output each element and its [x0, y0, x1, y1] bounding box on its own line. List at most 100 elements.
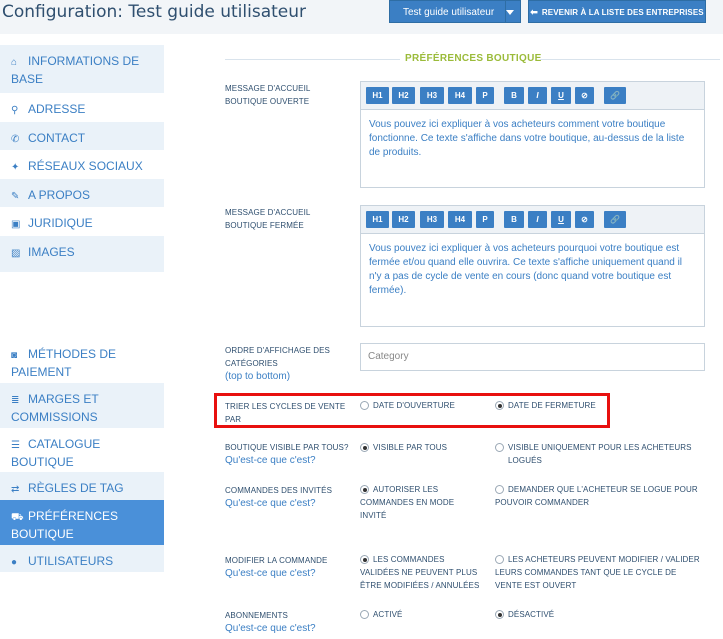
twitter-icon: ✦ [11, 162, 20, 173]
link-icon: 🔗 [610, 91, 620, 100]
underline-button[interactable]: U [551, 211, 571, 228]
h2-button[interactable]: H2 [392, 211, 415, 228]
picture-icon: ▨ [11, 248, 21, 259]
arrow-left-icon: ⬅ [530, 7, 538, 17]
home-icon: ⌂ [11, 57, 18, 68]
sidebar-item-utilisateurs[interactable]: ● UTILISATEURS [0, 545, 164, 572]
briefcase-icon: ▣ [11, 219, 21, 230]
editor-toolbar: H1 H2 H3 H4 P B I U ⊘ 🔗 [361, 206, 704, 234]
category-order-input[interactable]: Category [360, 343, 705, 371]
clear-format-button[interactable]: ⊘ [575, 211, 594, 228]
company-dropdown-label: Test guide utilisateur [403, 7, 495, 18]
modify-order-label: MODIFIER LA COMMANDE [225, 556, 328, 565]
sidebar-item-catalogue[interactable]: ☰ CATALOGUE BOUTIQUE [0, 428, 164, 472]
visible-logged-radio[interactable] [495, 443, 504, 452]
stack-icon: ≣ [11, 395, 20, 406]
header-bar: Configuration: Test guide utilisateur Te… [0, 0, 723, 34]
closed-message-text: Vous pouvez ici expliquer à vos acheteur… [369, 243, 683, 296]
sidebar-item-adresse[interactable]: ⚲ ADRESSE [0, 93, 164, 122]
sidebar-item-label: PRÉFÉRENCES BOUTIQUE [11, 509, 119, 541]
visible-logged-label: VISIBLE UNIQUEMENT POUR LES ACHETEURS LO… [508, 443, 692, 465]
subscriptions-off-radio[interactable] [495, 610, 504, 619]
bold-button[interactable]: B [504, 87, 524, 104]
visible-all-label: VISIBLE PAR TOUS [373, 443, 448, 452]
open-message-editor[interactable]: H1 H2 H3 H4 P B I U ⊘ 🔗 Vous pouvez ici … [360, 81, 705, 188]
page-title: Configuration: Test guide utilisateur [2, 2, 307, 22]
sidebar-item-label: RÉSEAUX SOCIAUX [28, 159, 143, 173]
list-icon: ☰ [11, 440, 20, 451]
underline-button[interactable]: U [551, 87, 571, 104]
sidebar-item-apropos[interactable]: ✎ A PROPOS [0, 179, 164, 207]
sidebar-item-label: MÉTHODES DE PAIEMENT [11, 347, 117, 379]
back-to-companies-label: REVENIR À LA LISTE DES ENTREPRISES [541, 8, 704, 17]
company-dropdown-button[interactable]: Test guide utilisateur [389, 0, 521, 23]
h3-button[interactable]: H3 [420, 87, 444, 104]
subscriptions-label: ABONNEMENTS [225, 611, 288, 620]
sidebar-item-preferences[interactable]: ⛟ PRÉFÉRENCES BOUTIQUE [0, 500, 164, 545]
paragraph-button[interactable]: P [476, 211, 494, 228]
bold-button[interactable]: B [504, 211, 524, 228]
guest-orders-label: COMMANDES DES INVITÉS [225, 486, 333, 495]
open-message-text: Vous pouvez ici expliquer à vos acheteur… [369, 119, 685, 158]
open-message-label: MESSAGE D'ACCUEIL BOUTIQUE OUVERTE [225, 84, 311, 106]
paragraph-button[interactable]: P [476, 87, 494, 104]
italic-button[interactable]: I [528, 211, 547, 228]
h1-button[interactable]: H1 [366, 87, 389, 104]
sidebar-item-juridique[interactable]: ▣ JURIDIQUE [0, 207, 164, 236]
pencil-icon: ✎ [11, 191, 20, 202]
link-icon: 🔗 [610, 215, 620, 224]
shuffle-icon: ⇄ [11, 484, 20, 495]
back-to-companies-button[interactable]: ⬅ REVENIR À LA LISTE DES ENTREPRISES [528, 0, 706, 23]
sidebar-item-label: RÈGLES DE TAG [28, 481, 124, 495]
sidebar-item-label: INFORMATIONS DE BASE [11, 54, 140, 86]
section-title: PRÉFÉRENCES BOUTIQUE [405, 53, 542, 64]
clear-format-button[interactable]: ⊘ [575, 87, 594, 104]
guest-allow-label: AUTORISER LES COMMANDES EN MODE INVITÉ [360, 485, 455, 520]
h4-button[interactable]: H4 [448, 87, 472, 104]
sidebar-item-label: ADRESSE [28, 102, 86, 116]
caret-down-icon [506, 10, 514, 15]
h4-button[interactable]: H4 [448, 211, 472, 228]
guest-orders-help-link[interactable]: Qu'est-ce que c'est? [225, 497, 316, 510]
guest-login-label: DEMANDER QUE L'ACHETEUR SE LOGUE POUR PO… [495, 485, 698, 507]
sidebar-item-label: MARGES ET COMMISSIONS [11, 392, 99, 424]
sidebar-item-regles-tag[interactable]: ⇄ RÈGLES DE TAG [0, 472, 164, 500]
closed-message-label: MESSAGE D'ACCUEIL BOUTIQUE FERMÉE [225, 208, 311, 230]
h2-button[interactable]: H2 [392, 87, 415, 104]
cart-icon: ⛟ [11, 512, 24, 523]
sidebar-item-label: UTILISATEURS [28, 554, 114, 568]
money-icon: ◙ [11, 350, 18, 361]
sidebar-item-reseaux[interactable]: ✦ RÉSEAUX SOCIAUX [0, 150, 164, 179]
visible-help-link[interactable]: Qu'est-ce que c'est? [225, 454, 316, 467]
sidebar-item-label: A PROPOS [28, 188, 91, 202]
sidebar-item-informations[interactable]: ⌂ INFORMATIONS DE BASE [0, 45, 164, 93]
user-icon: ● [11, 557, 18, 568]
sidebar-item-contact[interactable]: ✆ CONTACT [0, 122, 164, 150]
sidebar-item-label: JURIDIQUE [28, 216, 93, 230]
sidebar-item-paiement[interactable]: ◙ MÉTHODES DE PAIEMENT [0, 338, 164, 383]
h3-button[interactable]: H3 [420, 211, 444, 228]
sidebar-item-label: CATALOGUE BOUTIQUE [11, 437, 101, 469]
modify-order-help-link[interactable]: Qu'est-ce que c'est? [225, 567, 316, 580]
link-button[interactable]: 🔗 [604, 87, 626, 104]
map-marker-icon: ⚲ [11, 105, 19, 116]
highlight-box [214, 393, 610, 428]
sidebar-item-marges[interactable]: ≣ MARGES ET COMMISSIONS [0, 383, 164, 428]
visible-label: BOUTIQUE VISIBLE PAR TOUS? [225, 443, 349, 452]
h1-button[interactable]: H1 [366, 211, 389, 228]
italic-button[interactable]: I [528, 87, 547, 104]
modify-locked-label: LES COMMANDES VALIDÉES NE PEUVENT PLUS Ê… [360, 555, 480, 590]
sidebar-item-images[interactable]: ▨ IMAGES [0, 236, 164, 272]
subscriptions-off-label: DÉSACTIVÉ [508, 610, 555, 619]
visible-all-radio[interactable] [360, 443, 369, 452]
subscriptions-help-link[interactable]: Qu'est-ce que c'est? [225, 622, 316, 635]
sidebar-item-label: IMAGES [28, 245, 75, 259]
modify-allowed-label: LES ACHETEURS PEUVENT MODIFIER / VALIDER… [495, 555, 700, 590]
subscriptions-on-radio[interactable] [360, 610, 369, 619]
sidebar-item-label: CONTACT [28, 131, 86, 145]
clear-format-icon: ⊘ [581, 215, 588, 224]
link-button[interactable]: 🔗 [604, 211, 626, 228]
closed-message-editor[interactable]: H1 H2 H3 H4 P B I U ⊘ 🔗 Vous pouvez ici … [360, 205, 705, 327]
phone-icon: ✆ [11, 134, 20, 145]
editor-toolbar: H1 H2 H3 H4 P B I U ⊘ 🔗 [361, 82, 704, 110]
